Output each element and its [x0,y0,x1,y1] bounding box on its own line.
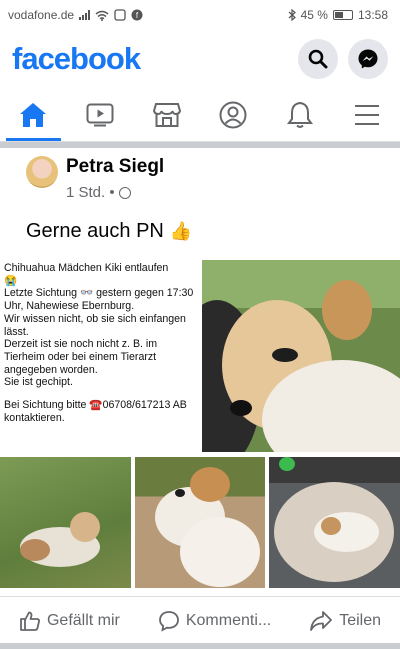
dog-photo-main[interactable] [202,260,400,452]
thumbs-up-icon [20,611,40,631]
tab-marketplace[interactable] [133,88,200,141]
post-text-body: Gerne auch PN [26,220,164,242]
share-icon [310,610,333,631]
messenger-status-icon: f [131,9,143,21]
profile-icon [219,101,247,128]
facebook-logo[interactable]: facebook [12,41,141,77]
post-time[interactable]: 1 Std. • [66,184,115,201]
flyer-line: Sie ist gechipt. [4,376,73,389]
main-nav [0,88,400,142]
flyer-line: 😭 [4,274,18,287]
battery-percent: 45 % [300,8,328,22]
marketplace-icon [152,102,181,127]
comment-label: Kommenti... [185,611,272,629]
messenger-button[interactable] [348,39,388,79]
post-actions: Gefällt mir Kommenti... Teilen [0,596,400,644]
bell-icon [287,101,314,128]
comment-button[interactable]: Kommenti... [158,610,271,632]
dog-photo-grass[interactable] [0,457,131,588]
feed-separator-bottom [0,643,400,649]
wifi-icon [95,10,109,21]
watch-icon [86,103,114,126]
share-button[interactable]: Teilen [309,610,381,632]
tab-home[interactable] [0,88,67,141]
app-header: facebook [0,30,400,88]
globe-icon [118,186,131,199]
messenger-icon [358,49,378,69]
search-button[interactable] [298,39,338,79]
nfc-icon [114,9,126,21]
dog-photo-basket[interactable] [269,457,400,588]
photo-grid: Chihuahua Mädchen Kiki entlaufen 😭 Letzt… [0,260,400,588]
flyer-line: Wir wissen nicht, ob sie sich einfangen … [4,312,186,338]
carrier-label: vodafone.de [8,8,75,22]
home-icon [20,102,47,127]
comment-icon [158,610,179,632]
clock: 13:58 [357,8,388,22]
search-icon [308,49,328,69]
post-meta: 1 Std. • [66,184,131,201]
battery-icon [332,10,353,20]
flyer-line: Letzte Sichtung 👓 gestern gegen 17:30 Uh… [4,287,194,313]
tab-notifications[interactable] [267,88,334,141]
flyer-line: Derzeit ist sie noch nicht z. B. im Tier… [4,338,158,376]
flyer-line: Bei Sichtung bitte ☎️06708/617213 AB kon… [4,399,187,424]
tab-profile[interactable] [200,88,267,141]
menu-icon [354,104,379,125]
flyer-image[interactable]: Chihuahua Mädchen Kiki entlaufen 😭 Letzt… [0,260,202,452]
signal-icon [79,10,91,20]
like-label: Gefällt mir [46,611,120,629]
tab-menu[interactable] [333,88,400,141]
thumbs-up-emoji-icon: 👍 [169,221,193,241]
dog-photo-ground[interactable] [135,457,265,588]
post-text: Gerne auch PN 👍 [26,220,192,243]
feed-post: Petra Siegl 1 Std. • Gerne auch PN 👍 Chih… [0,148,400,649]
post-author[interactable]: Petra Siegl [66,156,164,178]
tab-watch[interactable] [67,88,134,141]
like-button[interactable]: Gefällt mir [19,610,120,632]
avatar[interactable] [26,156,58,188]
share-label: Teilen [339,611,381,629]
bluetooth-icon [288,9,296,21]
status-bar: vodafone.de f 45 % 13:58 [0,0,400,30]
flyer-line: Chihuahua Mädchen Kiki entlaufen [4,262,169,274]
